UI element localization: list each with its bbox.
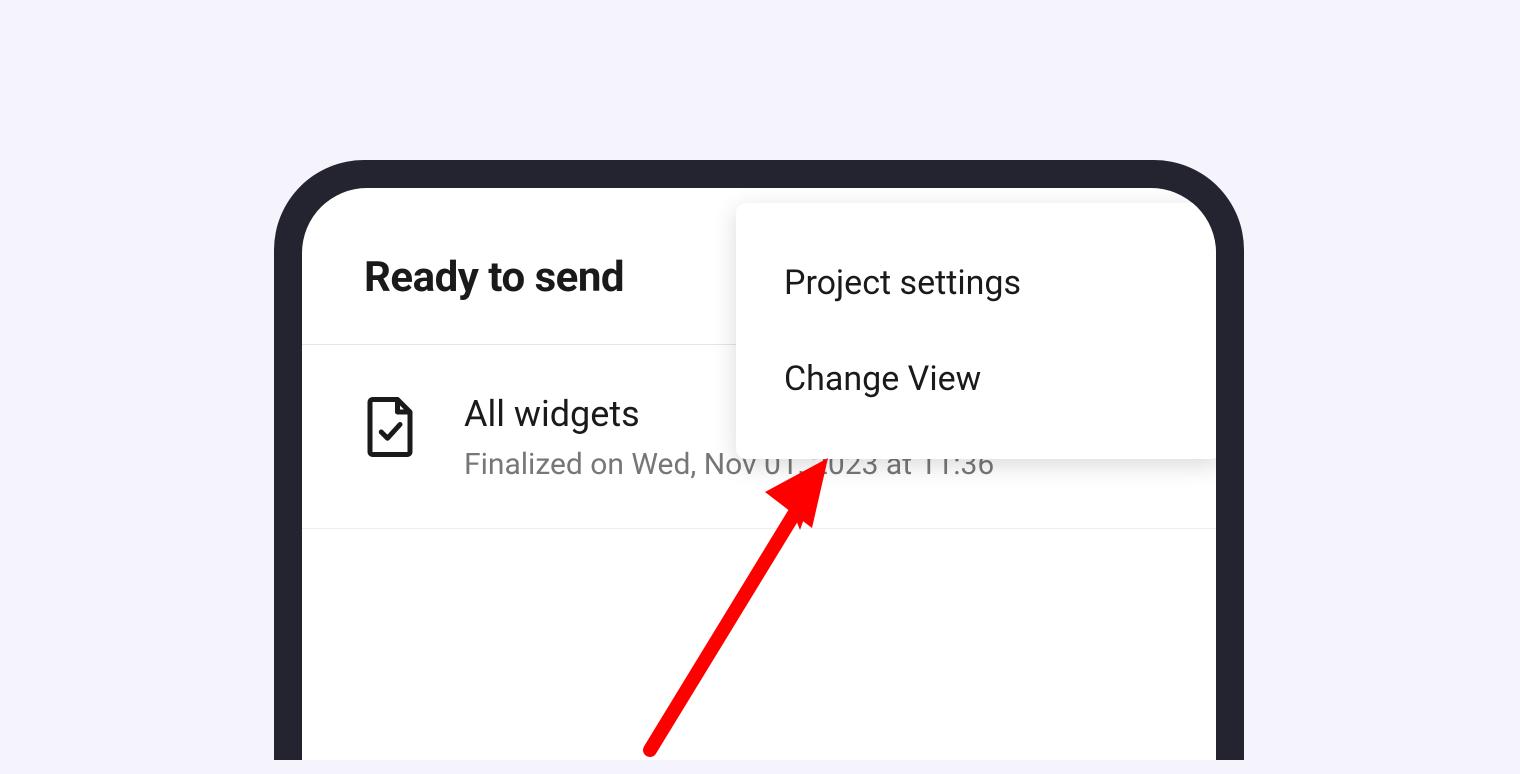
document-check-icon: [364, 397, 416, 461]
menu-item-project-settings[interactable]: Project settings: [736, 235, 1216, 331]
device-frame: Ready to send All widgets Finalized on W…: [274, 160, 1244, 760]
device-screen: Ready to send All widgets Finalized on W…: [302, 188, 1216, 760]
dropdown-menu: Project settings Change View: [736, 203, 1216, 459]
menu-item-change-view[interactable]: Change View: [736, 331, 1216, 427]
